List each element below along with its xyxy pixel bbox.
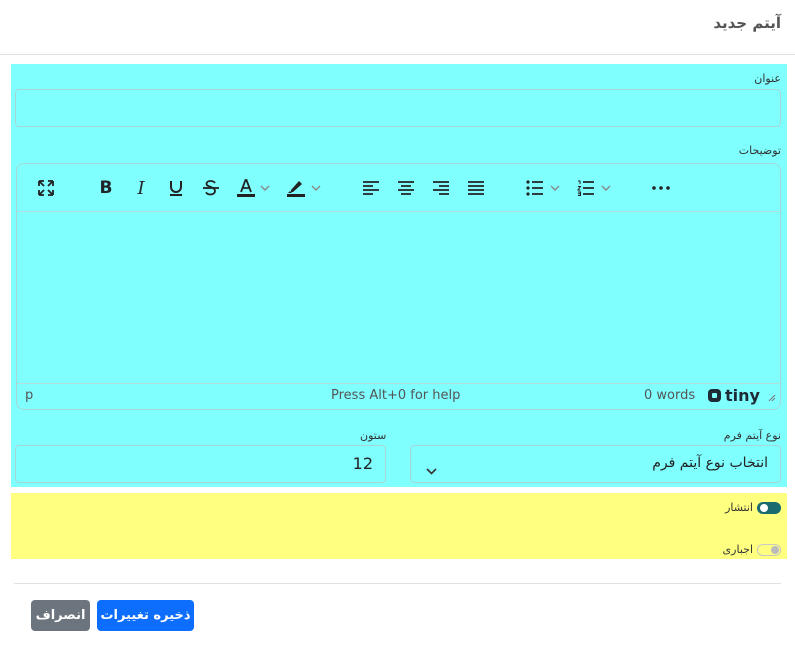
underline-icon[interactable] bbox=[162, 174, 190, 202]
title-label: عنوان bbox=[754, 72, 781, 85]
column-input[interactable]: 12 bbox=[15, 445, 386, 483]
publish-toggle-knob bbox=[760, 504, 768, 512]
tiny-logo-text: tiny bbox=[725, 386, 760, 405]
rich-text-editor[interactable]: B I p Press Alt+0 for help 0 words tiny bbox=[16, 163, 781, 410]
modal-header: آیتم جدید bbox=[0, 0, 795, 55]
text-color-icon[interactable] bbox=[232, 174, 260, 202]
element-path[interactable]: p bbox=[25, 388, 33, 403]
save-button[interactable]: ذخیره تغییرات bbox=[97, 600, 194, 631]
item-type-label: نوع آیتم فرم bbox=[723, 429, 781, 442]
align-right-icon[interactable] bbox=[427, 174, 455, 202]
toggles-region bbox=[11, 493, 787, 559]
numbered-list-icon[interactable] bbox=[572, 174, 600, 202]
word-count[interactable]: 0 words bbox=[644, 388, 695, 403]
footer-divider bbox=[14, 583, 781, 584]
cancel-button[interactable]: انصراف bbox=[31, 600, 90, 631]
fullscreen-icon[interactable] bbox=[32, 174, 60, 202]
tiny-logo[interactable]: tiny bbox=[707, 386, 760, 405]
modal-title: آیتم جدید bbox=[713, 14, 781, 32]
numbered-list-chevron-down-icon[interactable] bbox=[598, 174, 614, 202]
column-label: ستون bbox=[360, 429, 387, 442]
required-toggle[interactable] bbox=[757, 544, 781, 556]
bold-icon[interactable]: B bbox=[92, 174, 120, 202]
strikethrough-icon[interactable] bbox=[197, 174, 225, 202]
text-color-chevron-down-icon[interactable] bbox=[257, 174, 273, 202]
help-hint: Press Alt+0 for help bbox=[331, 388, 461, 403]
editor-toolbar: B I bbox=[17, 164, 780, 212]
bullet-list-chevron-down-icon[interactable] bbox=[547, 174, 563, 202]
chevron-down-icon bbox=[426, 460, 437, 479]
highlight-chevron-down-icon[interactable] bbox=[308, 174, 324, 202]
item-type-selected: انتخاب نوع آیتم فرم bbox=[652, 455, 768, 471]
publish-label: انتشار bbox=[725, 501, 753, 514]
required-toggle-knob bbox=[771, 546, 779, 554]
column-input-value: 12 bbox=[352, 454, 373, 473]
justify-icon[interactable] bbox=[462, 174, 490, 202]
resize-handle-icon[interactable] bbox=[766, 391, 776, 406]
highlight-icon[interactable] bbox=[282, 174, 310, 202]
align-left-icon[interactable] bbox=[357, 174, 385, 202]
item-type-select[interactable]: انتخاب نوع آیتم فرم bbox=[410, 445, 781, 483]
publish-toggle[interactable] bbox=[757, 502, 781, 514]
tiny-logo-icon bbox=[708, 389, 721, 402]
more-icon[interactable] bbox=[647, 174, 675, 202]
align-center-icon[interactable] bbox=[392, 174, 420, 202]
italic-icon[interactable]: I bbox=[127, 174, 155, 202]
editor-content-area[interactable] bbox=[17, 212, 780, 384]
editor-statusbar: p Press Alt+0 for help 0 words tiny bbox=[17, 383, 780, 409]
bullet-list-icon[interactable] bbox=[521, 174, 549, 202]
description-label: توضیحات bbox=[738, 144, 781, 157]
required-label: اجباری bbox=[722, 543, 753, 556]
title-input[interactable] bbox=[15, 89, 781, 127]
